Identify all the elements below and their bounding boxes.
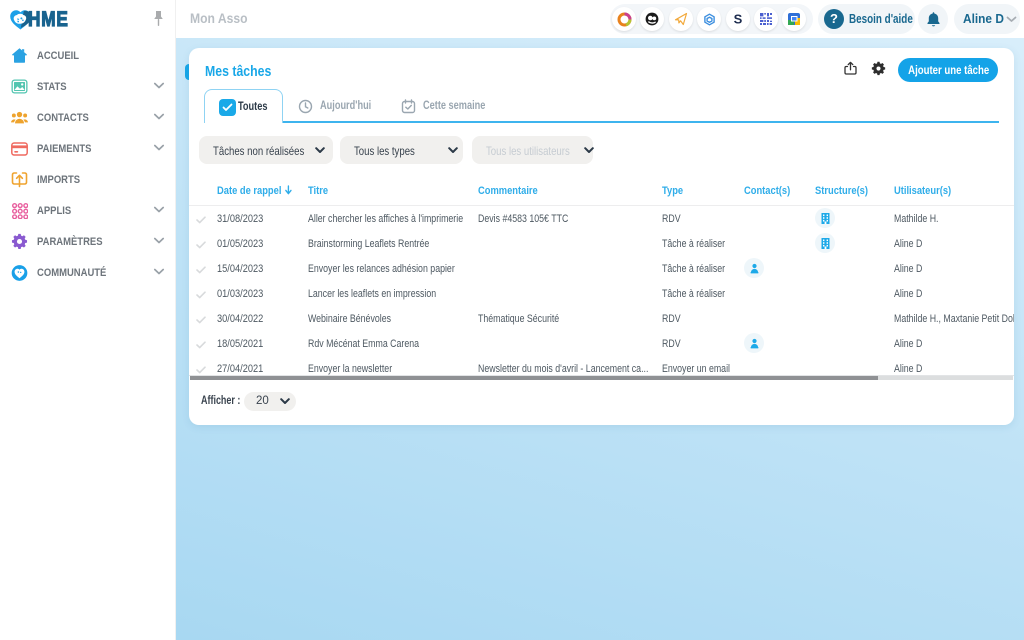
svg-text:S: S bbox=[733, 12, 742, 27]
